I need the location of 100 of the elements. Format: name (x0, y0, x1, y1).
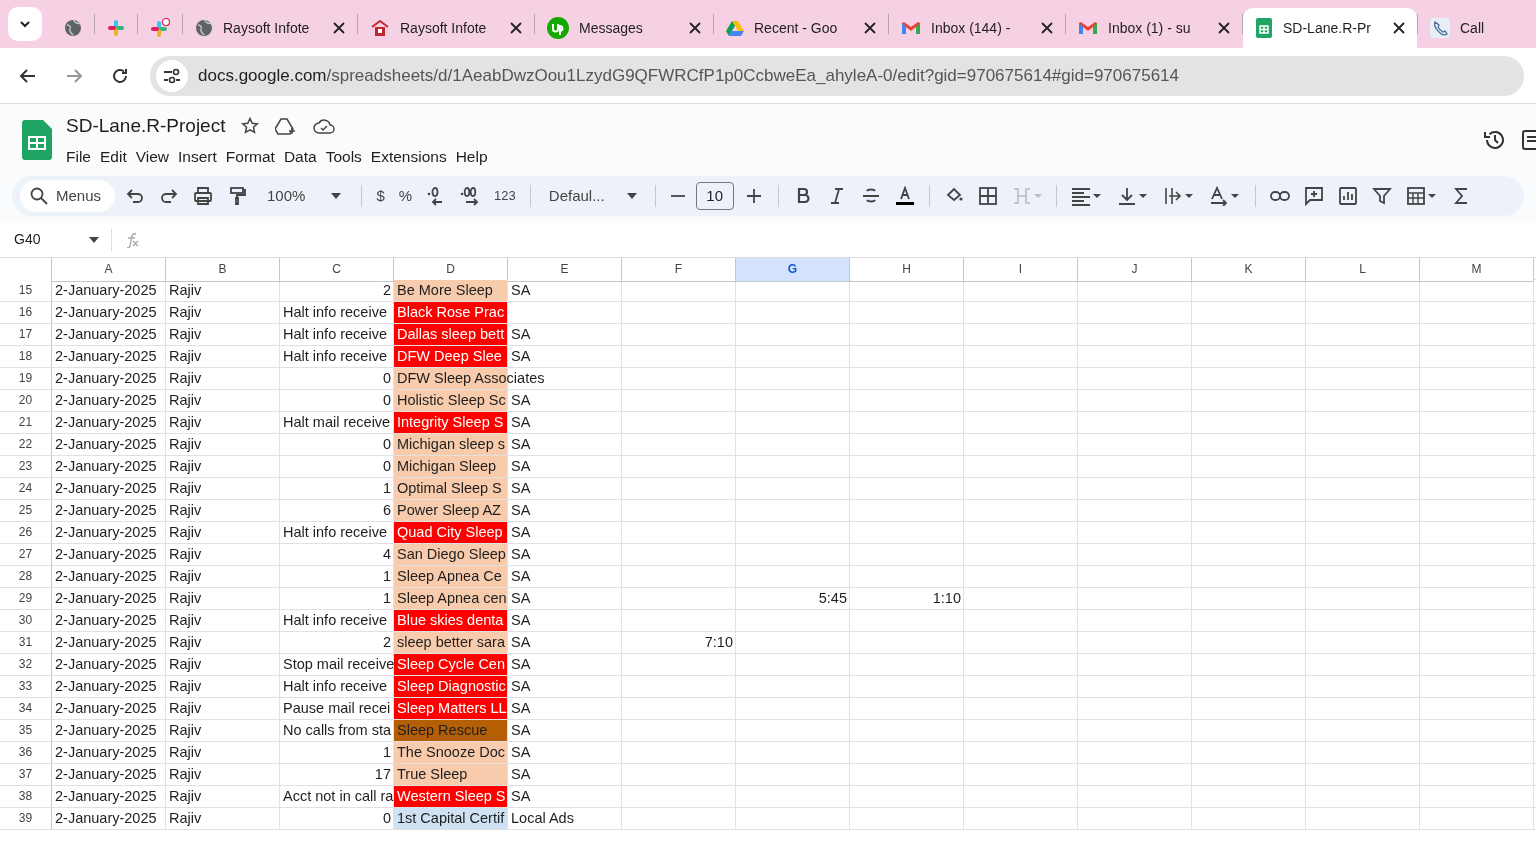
table-cell-text: Quad City Sleep (397, 523, 503, 542)
column-header[interactable]: B (166, 258, 280, 282)
up-logo-icon (547, 17, 569, 39)
text-rotation-icon (1208, 186, 1241, 206)
table-cell-text: 2-January-2025 (55, 369, 157, 388)
menu-item[interactable]: View (135, 144, 179, 168)
paint-format-icon (227, 186, 248, 206)
row-header[interactable]: 15 (0, 280, 52, 302)
table-cell-text: 2-January-2025 (55, 567, 157, 586)
menu-item[interactable]: Extensions (370, 144, 456, 168)
column-header[interactable]: L (1306, 258, 1420, 282)
menu-item[interactable]: Tools (325, 144, 371, 168)
table-cell-text: 2-January-2025 (55, 325, 157, 344)
number-format-button[interactable]: 123 (490, 181, 520, 211)
table-cell-text: 2-January-2025 (55, 611, 157, 630)
table-cell-text: 2-January-2025 (55, 589, 157, 608)
browser-tab[interactable]: Inbox (1) - su (1066, 8, 1242, 48)
table-cell-text: Rajiv (169, 391, 202, 410)
table-cell-text: 2-January-2025 (55, 809, 157, 828)
address-bar[interactable]: docs.google.com/spreadsheets/d/1AeabDwzOou1LzydG9QFWRCfP1p0CcbweEa_ahyleA-0/edit?gid=970675614#gid=970675614 (150, 55, 1524, 96)
column-header[interactable]: E (508, 258, 622, 282)
column-header[interactable]: A (52, 258, 166, 282)
menu-item[interactable]: Edit (100, 144, 136, 168)
tab-list-button[interactable] (8, 7, 42, 41)
browser-tab[interactable]: SD-Lane.R-Pr (1243, 8, 1417, 48)
menu-item[interactable]: Insert (178, 144, 226, 168)
table-cell-text: 2-January-2025 (55, 281, 157, 300)
close-icon[interactable] (510, 22, 522, 34)
browser-tab[interactable]: Call (1418, 8, 1536, 48)
insert-comment-icon (1303, 186, 1324, 206)
menu-search-field[interactable]: Menus (20, 180, 116, 212)
table-cell-text: 2-January-2025 (55, 721, 157, 740)
table-cell-text: Rajiv (169, 655, 202, 674)
phone-icon (1430, 18, 1450, 38)
table-cell-text: Black Rose Prac (397, 303, 505, 322)
star-icon[interactable] (241, 117, 260, 136)
column-header[interactable]: F (622, 258, 736, 282)
percent-button[interactable]: % (394, 181, 417, 211)
column-header[interactable]: H (850, 258, 964, 282)
browser-tab[interactable]: Raysoft Infote (358, 8, 534, 48)
column-header[interactable]: D (394, 258, 508, 282)
table-cell-text: Halt mail receive (283, 413, 391, 432)
column-header[interactable]: M (1420, 258, 1534, 282)
insert-chart-icon (1337, 186, 1358, 206)
browser-tab[interactable]: Recent - Goo (714, 8, 888, 48)
browser-tab[interactable]: Inbox (144) - (889, 8, 1065, 48)
menu-item[interactable]: Format (225, 144, 284, 168)
browser-tab[interactable]: Messages (535, 8, 713, 48)
merge-cells-icon (1011, 186, 1042, 206)
table-cell-text: Western Sleep S (397, 787, 506, 806)
document-title[interactable]: SD-Lane.R-Project (66, 112, 226, 141)
table-cell-text: SA (511, 281, 531, 300)
table-cell-text: SA (511, 589, 531, 608)
table-cell-text: Rajiv (169, 611, 202, 630)
table-cell-text: SA (511, 391, 531, 410)
table-cell-text: sleep better sara (397, 633, 505, 652)
name-box[interactable]: G40 (0, 228, 112, 251)
hash-logo-icon (107, 19, 125, 37)
column-header[interactable]: C (280, 258, 394, 282)
site-settings-icon[interactable] (163, 67, 181, 84)
sheets-icon (1255, 18, 1273, 38)
menu-item[interactable]: Help (455, 144, 497, 168)
currency-button[interactable]: $ (372, 181, 389, 211)
globe-icon (64, 19, 82, 37)
column-header[interactable]: I (964, 258, 1078, 282)
cloud-check-icon[interactable] (313, 118, 336, 135)
close-icon[interactable] (1218, 22, 1230, 34)
font-size-field[interactable]: 10 (695, 182, 734, 210)
table-cell-text: SA (511, 457, 531, 476)
close-icon[interactable] (1393, 22, 1405, 34)
font-dropdown[interactable]: Defaul... (540, 181, 645, 211)
table-cell-text: Stop mail receive (283, 655, 395, 674)
menu-item[interactable]: File (66, 144, 100, 168)
minus-icon (669, 195, 686, 197)
sheets-logo-icon[interactable] (22, 120, 52, 160)
table-cell-text: Rajiv (169, 633, 202, 652)
hash-logo-icon (150, 18, 170, 38)
table-cell-text: Rajiv (169, 809, 202, 828)
table-cell-text: Rajiv (169, 589, 202, 608)
column-header[interactable]: K (1192, 258, 1306, 282)
table-cell-text: 2-January-2025 (55, 303, 157, 322)
search-icon (30, 187, 48, 205)
column-header[interactable]: J (1078, 258, 1192, 282)
close-icon[interactable] (1041, 22, 1053, 34)
table-cell-text: 2-January-2025 (55, 655, 157, 674)
close-icon[interactable] (864, 22, 876, 34)
close-icon[interactable] (333, 22, 345, 34)
menu-item[interactable]: Data (283, 144, 326, 168)
table-cell-text: SA (511, 655, 531, 674)
table-cell-text: 2-January-2025 (55, 347, 157, 366)
table-cell-text: Power Sleep AZ (397, 501, 501, 520)
close-icon[interactable] (689, 22, 701, 34)
table-cell-text: SA (511, 699, 531, 718)
table-cell-text: No calls from sta (283, 721, 391, 740)
column-header[interactable]: G (736, 258, 850, 282)
browser-tab[interactable]: Raysoft Infote (183, 8, 357, 48)
globe-icon (195, 19, 213, 37)
text-color-icon (894, 186, 915, 206)
table-cell-text: 2-January-2025 (55, 457, 157, 476)
zoom-dropdown[interactable]: 100% (257, 181, 352, 211)
